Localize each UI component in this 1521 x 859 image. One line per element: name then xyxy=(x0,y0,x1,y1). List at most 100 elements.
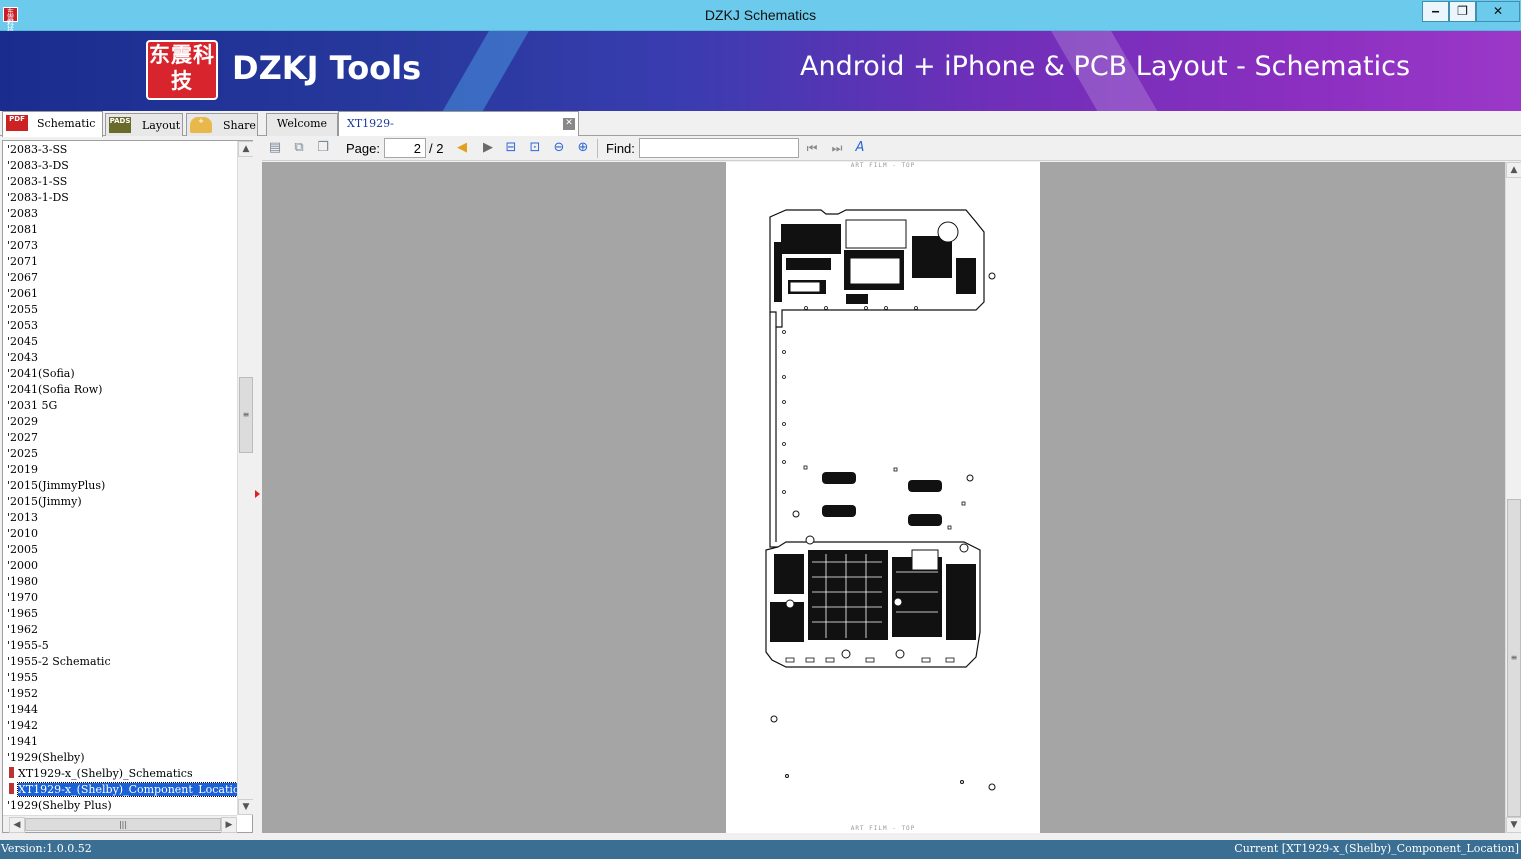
tree-file-item[interactable]: XT1929-x_(Shelby)_Component_Location xyxy=(3,782,237,798)
collapse-arrow-icon[interactable] xyxy=(255,490,260,498)
tree-folder-item[interactable]: '1941 xyxy=(3,734,237,750)
tree-folder-item[interactable]: '1955-5 xyxy=(3,638,237,654)
single-page-icon[interactable]: ❐ xyxy=(314,139,332,157)
tree-folder-item[interactable]: '2055 xyxy=(3,302,237,318)
tree-vertical-scrollbar[interactable]: ▲ ≡ ▼ xyxy=(237,141,254,815)
doc-tab-welcome[interactable]: Welcome xyxy=(266,113,338,136)
highlight-text-icon[interactable]: A xyxy=(851,139,869,157)
tree-folder-item[interactable]: '2000 xyxy=(3,558,237,574)
tree-item-label: '1929(Shelby) xyxy=(7,751,85,764)
tree-folder-item[interactable]: '2083-3-SS xyxy=(3,142,237,158)
tree-folder-item[interactable]: '1955 xyxy=(3,670,237,686)
tree-folder-item[interactable]: '2045 xyxy=(3,334,237,350)
tab-strip: PDF Schematic PADS Layout + Share Welcom… xyxy=(0,111,1521,154)
tree-folder-item[interactable]: '2067 xyxy=(3,270,237,286)
tree-folder-item[interactable]: '2031 5G xyxy=(3,398,237,414)
tree-folder-item[interactable]: '2027 xyxy=(3,430,237,446)
page-total: / 2 xyxy=(429,141,444,156)
scroll-up-icon[interactable]: ▲ xyxy=(238,141,254,157)
pcb-layout-drawing xyxy=(765,209,996,791)
previous-page-icon[interactable]: ◀ xyxy=(453,139,471,157)
tree-folder-item[interactable]: '1929(Shelby) xyxy=(3,750,237,766)
find-next-icon[interactable]: ⏭ xyxy=(828,139,846,157)
tree-folder-item[interactable]: '2015(JimmyPlus) xyxy=(3,478,237,494)
tree-folder-item[interactable]: '2061 xyxy=(3,286,237,302)
tree-folder-item[interactable]: '2043 xyxy=(3,350,237,366)
tree-folder-item[interactable]: '2005 xyxy=(3,542,237,558)
tree-folder-item[interactable]: '2083 xyxy=(3,206,237,222)
minimize-button[interactable]: ‒ xyxy=(1422,1,1449,22)
tab-schematic[interactable]: PDF Schematic xyxy=(2,111,103,137)
tree-folder-item[interactable]: '1962 xyxy=(3,622,237,638)
next-page-icon[interactable]: ▶ xyxy=(479,139,497,157)
tree-folder-item[interactable]: '2071 xyxy=(3,254,237,270)
tree-item-label: '1962 xyxy=(7,623,39,636)
tree-folder-item[interactable]: '2041(Sofia) xyxy=(3,366,237,382)
close-tab-icon[interactable]: ✕ xyxy=(563,118,575,130)
find-previous-icon[interactable]: ⏮ xyxy=(803,139,821,157)
page-caption-bottom: ART FILM - TOP xyxy=(850,825,916,832)
tree-item-label: '2015(Jimmy) xyxy=(7,495,82,508)
scroll-up-icon[interactable]: ▲ xyxy=(1506,162,1521,178)
tree-folder-item[interactable]: '2013 xyxy=(3,510,237,526)
tree-horizontal-scrollbar[interactable]: ◀ ||| ▶ xyxy=(3,815,237,833)
tree-folder-item[interactable]: '2029 xyxy=(3,414,237,430)
tab-layout[interactable]: PADS Layout xyxy=(105,113,183,136)
tree-item-label: '1952 xyxy=(7,687,39,700)
tree-folder-item[interactable]: '2025 xyxy=(3,446,237,462)
viewer-vertical-scrollbar[interactable]: ▲ ≡ ▼ xyxy=(1505,162,1521,833)
tree-item-label: '2005 xyxy=(7,543,39,556)
tree-folder-item[interactable]: '2083-1-SS xyxy=(3,174,237,190)
maximize-button[interactable]: ❐ xyxy=(1449,1,1476,22)
scroll-thumb[interactable]: ≡ xyxy=(1507,499,1521,817)
panel-splitter[interactable] xyxy=(253,140,261,833)
banner-tagline: Android + iPhone & PCB Layout - Schemati… xyxy=(800,51,1411,82)
tree-item-label: '1942 xyxy=(7,719,39,732)
tree-folder-item[interactable]: '2010 xyxy=(3,526,237,542)
fit-page-icon[interactable]: ⊡ xyxy=(526,139,544,157)
fit-width-icon[interactable]: ⊟ xyxy=(502,139,520,157)
zoom-in-icon[interactable]: ⊕ xyxy=(574,139,592,157)
tree-folder-item[interactable]: '2053 xyxy=(3,318,237,334)
tree-item-label: '1955 xyxy=(7,671,39,684)
tree-folder-item[interactable]: '1955-2 Schematic xyxy=(3,654,237,670)
tree-folder-item[interactable]: '2073 xyxy=(3,238,237,254)
scroll-down-icon[interactable]: ▼ xyxy=(1506,817,1521,833)
tree-folder-item[interactable]: '2083-1-DS xyxy=(3,190,237,206)
tree-item-label: '1955-2 Schematic xyxy=(7,655,111,668)
tree-folder-item[interactable]: '1965 xyxy=(3,606,237,622)
close-button[interactable]: ✕ xyxy=(1476,1,1520,22)
tree-file-item[interactable]: XT1929-x_(Shelby)_Schematics xyxy=(3,766,237,782)
tree-item-label: '2061 xyxy=(7,287,39,300)
scroll-thumb[interactable]: ||| xyxy=(25,818,221,831)
banner-decoration xyxy=(419,31,541,111)
tree-folder-item[interactable]: '1942 xyxy=(3,718,237,734)
tree-folder-item[interactable]: '1944 xyxy=(3,702,237,718)
tree-folder-item[interactable]: '1929(Shelby Plus) xyxy=(3,798,237,814)
page-number-input[interactable] xyxy=(384,138,426,158)
scroll-right-icon[interactable]: ▶ xyxy=(221,817,237,833)
scroll-thumb[interactable]: ≡ xyxy=(239,377,253,453)
tree-item-label: '2000 xyxy=(7,559,39,572)
find-input[interactable] xyxy=(639,138,799,158)
tree-folder-item[interactable]: '1980 xyxy=(3,574,237,590)
scroll-left-icon[interactable]: ◀ xyxy=(9,817,25,833)
tree-folder-item[interactable]: '2015(Jimmy) xyxy=(3,494,237,510)
open-file-icon[interactable]: ▤ xyxy=(266,139,284,157)
tree-item-label: '2013 xyxy=(7,511,39,524)
doc-tab-component-location[interactable]: XT1929-x_(Shelby)_Component_Location ✕ xyxy=(338,111,579,154)
pdf-page[interactable]: ART FILM - TOP ART FILM - TOP xyxy=(726,162,1040,833)
pdf-viewer[interactable]: ART FILM - TOP ART FILM - TOP xyxy=(262,162,1505,833)
tree-folder-item[interactable]: '2041(Sofia Row) xyxy=(3,382,237,398)
copy-page-icon[interactable]: ⧉ xyxy=(290,139,308,157)
tree-item-label: '2071 xyxy=(7,255,39,268)
scroll-down-icon[interactable]: ▼ xyxy=(238,799,254,815)
tree-folder-item[interactable]: '2081 xyxy=(3,222,237,238)
tab-share[interactable]: + Share xyxy=(186,113,258,136)
zoom-out-icon[interactable]: ⊖ xyxy=(550,139,568,157)
tree-folder-item[interactable]: '2019 xyxy=(3,462,237,478)
tree-folder-item[interactable]: '1970 xyxy=(3,590,237,606)
tree-item-label: '2083-1-DS xyxy=(7,191,69,204)
tree-folder-item[interactable]: '1952 xyxy=(3,686,237,702)
tree-folder-item[interactable]: '2083-3-DS xyxy=(3,158,237,174)
